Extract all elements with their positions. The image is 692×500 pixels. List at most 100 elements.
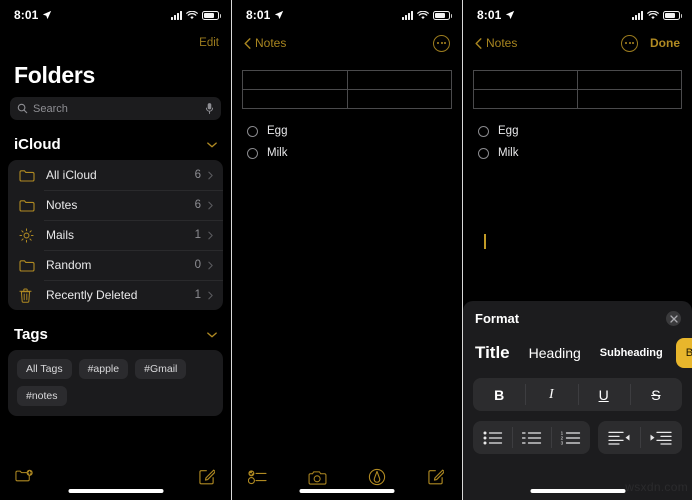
section-header-icloud[interactable]: iCloud — [0, 120, 231, 160]
location-arrow-icon — [43, 10, 52, 20]
close-icon[interactable] — [666, 311, 681, 326]
table-cell[interactable] — [242, 89, 348, 109]
outdent-button[interactable] — [598, 421, 640, 454]
location-arrow-icon — [275, 10, 284, 20]
folder-row-notes[interactable]: Notes 6 — [8, 190, 223, 220]
checkbox-circle-icon[interactable] — [247, 125, 258, 137]
nav-bar-note: Notes — [232, 30, 462, 56]
compose-icon[interactable] — [426, 468, 446, 486]
status-time: 8:01 — [14, 8, 39, 22]
ellipsis-circle-icon[interactable] — [433, 34, 450, 52]
table-cell[interactable] — [346, 89, 452, 109]
nav-right-group: Edit — [199, 37, 219, 49]
folder-count: 1 — [194, 289, 201, 301]
status-bar: 8:01 — [0, 0, 231, 30]
checkbox-circle-icon[interactable] — [247, 147, 258, 159]
tag-chip-apple[interactable]: #apple — [78, 359, 129, 379]
checklist-icon[interactable] — [248, 468, 268, 486]
cellular-bars-icon — [632, 10, 643, 20]
table-cell[interactable] — [577, 70, 682, 90]
camera-icon[interactable] — [307, 468, 327, 486]
folder-row-mails[interactable]: Mails 1 — [8, 220, 223, 250]
bulleted-list-icon — [483, 431, 502, 444]
section-header-tags[interactable]: Tags — [0, 310, 231, 350]
folder-count: 0 — [194, 259, 201, 271]
tag-chip-gmail[interactable]: #Gmail — [135, 359, 187, 379]
back-button-notes[interactable]: Notes — [244, 36, 286, 50]
note-table[interactable] — [473, 70, 682, 109]
table-cell[interactable] — [473, 89, 578, 109]
checklist-item-egg[interactable]: Egg — [247, 120, 452, 142]
search-input[interactable]: Search — [33, 103, 200, 115]
bulleted-list-button[interactable] — [473, 421, 512, 454]
note-content[interactable]: Egg Milk — [232, 56, 462, 164]
format-sheet: Format Title Heading Subheading Body B I… — [463, 301, 692, 500]
folder-icon — [19, 258, 36, 273]
numbered-list-button[interactable]: 123 — [551, 421, 590, 454]
search-bar[interactable]: Search — [10, 97, 221, 120]
note-content[interactable]: Egg Milk — [463, 56, 692, 249]
style-button-body[interactable]: Body — [675, 338, 692, 368]
folder-row-random[interactable]: Random 0 — [8, 250, 223, 280]
table-row[interactable] — [242, 89, 452, 109]
done-button[interactable]: Done — [650, 36, 680, 50]
underline-button[interactable]: U — [577, 378, 630, 411]
folder-row-recently-deleted[interactable]: Recently Deleted 1 — [8, 280, 223, 310]
panel-format: 8:01 Notes Done Egg Milk Format Title He… — [462, 0, 692, 500]
nav-bar-format: Notes Done — [463, 30, 692, 56]
trash-icon — [19, 287, 36, 303]
outdent-icon — [608, 431, 630, 445]
note-checklist: Egg Milk — [242, 120, 452, 164]
chevron-right-icon — [208, 291, 213, 299]
list-segmented-control: 123 — [473, 421, 591, 454]
chevron-right-icon — [208, 231, 213, 239]
bold-button[interactable]: B — [473, 378, 525, 411]
nav-bar-folders: Edit — [0, 30, 231, 56]
panel-note: 8:01 Notes Egg Milk — [231, 0, 462, 500]
status-bar-left: 8:01 — [246, 8, 284, 22]
new-folder-icon[interactable] — [14, 468, 34, 486]
table-row[interactable] — [473, 70, 682, 90]
checklist-item-egg[interactable]: Egg — [478, 120, 682, 142]
indent-button[interactable] — [640, 421, 682, 454]
battery-icon — [202, 10, 221, 20]
tags-list: All Tags #apple #Gmail #notes — [8, 350, 223, 416]
ellipsis-circle-icon[interactable] — [621, 34, 638, 52]
dashed-list-button[interactable] — [512, 421, 551, 454]
folder-row-all-icloud[interactable]: All iCloud 6 — [8, 160, 223, 190]
checkbox-circle-icon[interactable] — [478, 125, 489, 137]
note-table[interactable] — [242, 70, 452, 109]
microphone-icon[interactable] — [205, 102, 214, 115]
style-button-heading[interactable]: Heading — [519, 338, 591, 368]
tag-chip-all[interactable]: All Tags — [17, 359, 72, 379]
folder-label: Recently Deleted — [46, 288, 138, 302]
compose-icon[interactable] — [197, 468, 217, 486]
back-button-notes[interactable]: Notes — [475, 36, 517, 50]
markup-pen-icon[interactable] — [367, 468, 387, 486]
strikethrough-button[interactable]: S — [629, 378, 682, 411]
search-icon — [17, 103, 28, 114]
bottom-toolbar-folders — [0, 454, 231, 500]
status-bar-right — [402, 10, 452, 20]
edit-button[interactable]: Edit — [199, 37, 219, 49]
checklist-item-label: Milk — [267, 147, 288, 159]
bottom-toolbar-note — [232, 454, 462, 500]
table-row[interactable] — [473, 89, 682, 109]
checklist-item-milk[interactable]: Milk — [478, 142, 682, 164]
checkbox-circle-icon[interactable] — [478, 147, 489, 159]
table-cell[interactable] — [346, 70, 452, 90]
tag-chip-notes[interactable]: #notes — [17, 386, 67, 406]
chevron-down-icon[interactable] — [207, 141, 217, 148]
table-cell[interactable] — [242, 70, 348, 90]
style-button-title[interactable]: Title — [463, 338, 519, 368]
table-cell[interactable] — [577, 89, 682, 109]
chevron-down-icon[interactable] — [207, 331, 217, 338]
checklist-item-milk[interactable]: Milk — [247, 142, 452, 164]
table-row[interactable] — [242, 70, 452, 90]
cellular-bars-icon — [171, 10, 182, 20]
italic-button[interactable]: I — [525, 378, 577, 411]
folders-list: All iCloud 6 Notes 6 Mails 1 Random 0 Re… — [8, 160, 223, 310]
numbered-list-icon: 123 — [560, 430, 580, 445]
table-cell[interactable] — [473, 70, 578, 90]
style-button-subheading[interactable]: Subheading — [591, 338, 672, 368]
